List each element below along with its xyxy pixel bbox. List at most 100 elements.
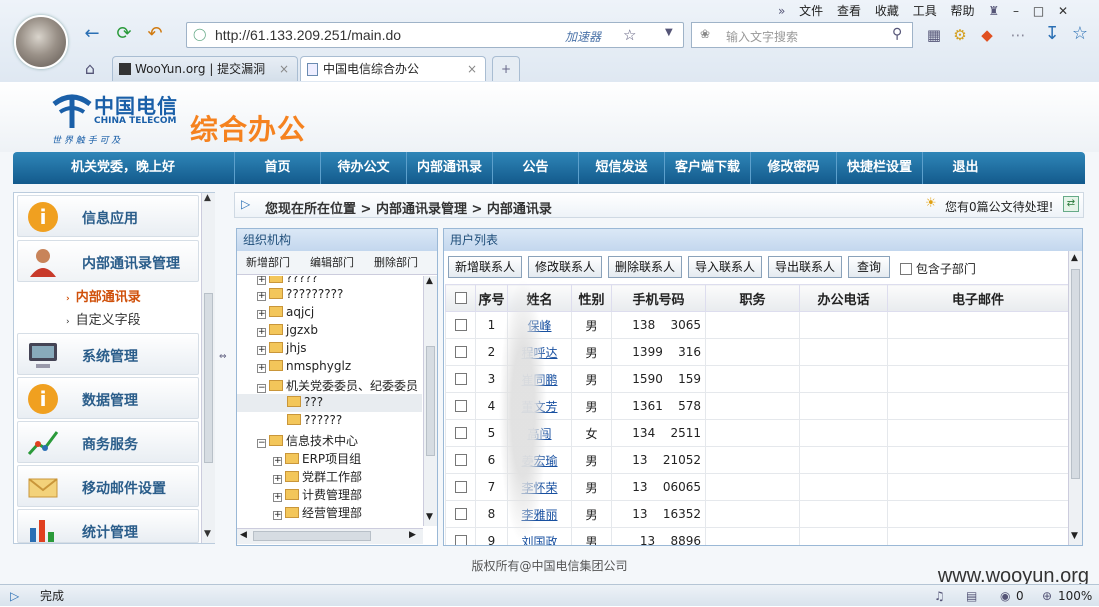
sidebar-item-system-mgmt[interactable]: 系统管理 [17, 333, 199, 375]
refresh-icon[interactable]: ⟳ [112, 23, 136, 45]
row-select-cell[interactable] [445, 365, 476, 393]
tab-close-icon[interactable]: × [279, 57, 289, 81]
search-icon[interactable]: ⚲ [892, 26, 902, 42]
menu-tools[interactable]: 工具 [913, 4, 937, 18]
delete-dept-button[interactable]: 删除部门 [374, 251, 418, 275]
row-checkbox[interactable] [454, 400, 467, 412]
row-select-cell[interactable] [445, 311, 476, 339]
tree-node[interactable]: + 计费管理部 [273, 486, 362, 503]
sidebar-scrollbar[interactable]: ▲ ▼ [201, 193, 215, 543]
expand-icon[interactable]: + [273, 511, 282, 520]
org-hscrollbar[interactable]: ◀ ▶ [237, 528, 423, 544]
search-box[interactable]: ❀ 输入文字搜索 ⚲ [691, 22, 913, 48]
key-icon[interactable]: ⚙ [948, 24, 972, 46]
row-checkbox[interactable] [454, 535, 467, 545]
row-select-cell[interactable] [445, 446, 476, 474]
tab-close-icon[interactable]: × [467, 57, 477, 81]
nav-announcement[interactable]: 公告 [492, 152, 578, 184]
tree-node[interactable]: − 机关党委委员、纪委委员 [257, 377, 418, 394]
address-bar[interactable]: ◯ http://61.133.209.251/main.do 加速器 ☆ ▼ [186, 22, 684, 48]
sidebar-item-mobile-mail[interactable]: 移动邮件设置 [17, 465, 199, 507]
scroll-thumb[interactable] [253, 531, 371, 541]
expand-icon[interactable]: + [257, 346, 266, 355]
page-icon[interactable]: ▦ [922, 24, 946, 46]
collapse-handle-icon[interactable]: ⇔ [219, 352, 227, 362]
menu-view[interactable]: 查看 [837, 4, 861, 18]
sidebar-item-info-apps[interactable]: i 信息应用 [17, 195, 199, 237]
sound-icon[interactable]: ♫ [934, 585, 945, 607]
tree-node[interactable]: + nmsphyglz [257, 359, 351, 373]
row-select-cell[interactable] [445, 527, 476, 545]
skin-icon[interactable]: ♜ [988, 4, 999, 18]
scroll-down-icon[interactable]: ▼ [204, 529, 211, 539]
adblock-icon[interactable]: ◉ [1000, 585, 1010, 607]
tree-node[interactable]: + 党群工作部 [273, 468, 362, 485]
sidebar-item-business[interactable]: 商务服务 [17, 421, 199, 463]
address-url[interactable]: http://61.133.209.251/main.do [215, 27, 401, 43]
menu-help[interactable]: 帮助 [951, 4, 975, 18]
window-icon[interactable]: ▤ [966, 585, 977, 607]
search-placeholder[interactable]: 输入文字搜索 [726, 28, 798, 45]
tree-node[interactable]: + aqjcj [257, 305, 314, 319]
scroll-up-icon[interactable]: ▲ [1071, 253, 1078, 263]
notice-text[interactable]: 您有0篇公文待处理! [945, 198, 1053, 215]
tree-node[interactable]: − 信息技术中心 [257, 432, 358, 449]
nav-client-download[interactable]: 客户端下载 [664, 152, 750, 184]
tree-node[interactable]: + 经营管理部 [273, 504, 362, 521]
expand-icon[interactable]: + [257, 364, 266, 373]
nav-sms[interactable]: 短信发送 [578, 152, 664, 184]
tree-node-selected[interactable]: ??? [237, 394, 422, 412]
row-select-cell[interactable] [445, 419, 476, 447]
menu-favorites[interactable]: 收藏 [875, 4, 899, 18]
new-tab-button[interactable]: + [492, 56, 520, 81]
sidebar-sub-custom-fields[interactable]: › 自定义字段 [66, 309, 141, 328]
scroll-down-icon[interactable]: ▼ [426, 512, 433, 522]
menu-file[interactable]: 文件 [799, 4, 823, 18]
scroll-up-icon[interactable]: ▲ [204, 193, 211, 203]
download-icon[interactable]: ↧ [1040, 23, 1064, 45]
expand-icon[interactable]: + [257, 328, 266, 337]
tree-node[interactable]: +????????? [257, 287, 343, 301]
nav-pending-docs[interactable]: 待办公文 [320, 152, 406, 184]
scroll-down-icon[interactable]: ▼ [1071, 531, 1078, 541]
select-all-cell[interactable] [445, 284, 476, 312]
nav-change-password[interactable]: 修改密码 [750, 152, 836, 184]
maximize-icon[interactable]: □ [1033, 4, 1044, 18]
sidebar-item-data-mgmt[interactable]: i 数据管理 [17, 377, 199, 419]
tab-wooyun[interactable]: WooYun.org | 提交漏洞 × [112, 56, 298, 81]
expand-icon[interactable]: + [257, 310, 266, 319]
back-icon[interactable]: ← [80, 23, 104, 45]
row-checkbox[interactable] [454, 427, 467, 439]
row-select-cell[interactable] [445, 338, 476, 366]
minimize-icon[interactable]: – [1013, 4, 1019, 18]
row-select-cell[interactable] [445, 500, 476, 528]
row-checkbox[interactable] [454, 319, 467, 331]
scroll-thumb[interactable] [426, 346, 435, 456]
user-list-scrollbar[interactable]: ▲ ▼ [1068, 251, 1082, 545]
tree-node[interactable]: + ERP项目组 [273, 450, 361, 467]
sidebar-item-directory-mgmt[interactable]: 内部通讯录管理 [17, 240, 199, 282]
accelerator-label[interactable]: 加速器 [565, 28, 601, 45]
tree-node[interactable]: ?????? [287, 413, 342, 427]
favorite-star-icon[interactable]: ☆ [1068, 23, 1092, 45]
expand-icon[interactable]: + [273, 457, 282, 466]
tab-telecom[interactable]: 中国电信综合办公 × [300, 56, 486, 81]
sidebar-sub-directory[interactable]: › 内部通讯录 [66, 286, 141, 305]
nav-shortcut-settings[interactable]: 快捷栏设置 [836, 152, 922, 184]
expand-icon[interactable]: + [257, 276, 266, 285]
undo-icon[interactable]: ↶ [143, 23, 167, 45]
edit-dept-button[interactable]: 编辑部门 [310, 251, 354, 275]
scroll-left-icon[interactable]: ◀ [240, 530, 247, 540]
nav-logout[interactable]: 退出 [922, 152, 1008, 184]
row-checkbox[interactable] [454, 481, 467, 493]
menu-expand-icon[interactable]: » [778, 4, 785, 18]
tree-node[interactable]: +????? [257, 276, 318, 285]
home-icon[interactable]: ⌂ [78, 58, 102, 80]
row-checkbox[interactable] [454, 346, 467, 358]
nav-directory[interactable]: 内部通讯录 [406, 152, 492, 184]
avatar[interactable] [14, 15, 68, 69]
close-icon[interactable]: ✕ [1058, 4, 1068, 18]
plugin-icon[interactable]: ◆ [975, 24, 999, 46]
scroll-thumb[interactable] [1071, 269, 1080, 479]
collapse-icon[interactable]: − [257, 439, 266, 448]
